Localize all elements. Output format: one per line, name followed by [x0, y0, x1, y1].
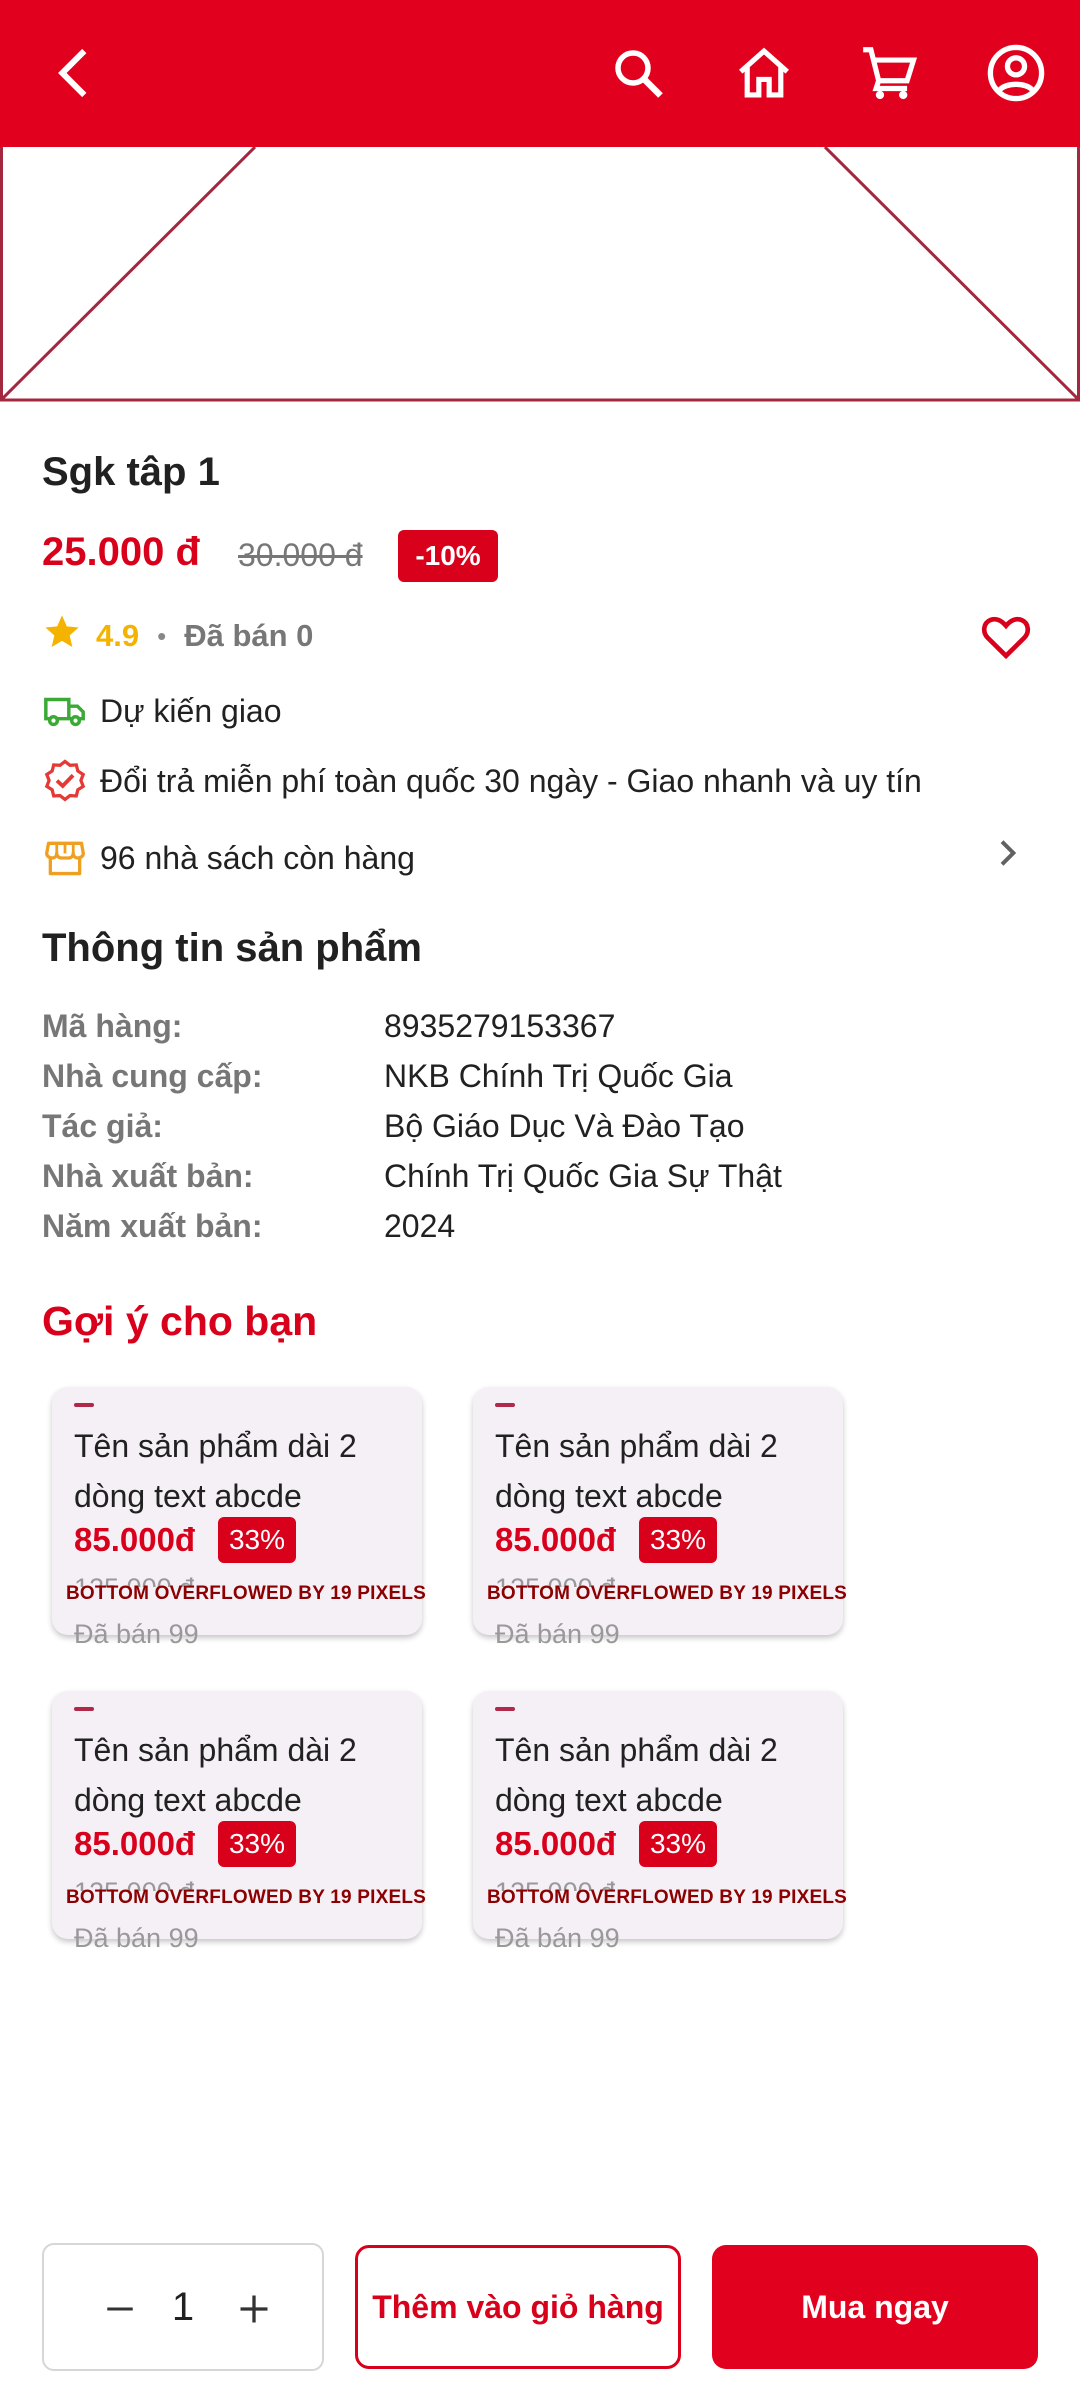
card-product-name: Tên sản phẩm dài 2 dòng text abcde	[495, 1428, 778, 1514]
discount-badge: -10%	[398, 530, 498, 582]
back-arrow-icon[interactable]	[30, 29, 118, 117]
store-availability-row[interactable]: 96 nhà sách còn hàng	[42, 830, 415, 886]
cart-icon[interactable]	[845, 29, 933, 117]
app-bar	[0, 0, 1080, 147]
card-discount-badge: 33%	[639, 1517, 717, 1563]
card-sold-count: Đã bán 99	[74, 1619, 199, 1649]
suggestion-card[interactable]: Tên sản phẩm dài 2 dòng text abcde 85.00…	[473, 1691, 847, 1953]
suggestion-card[interactable]: Tên sản phẩm dài 2 dòng text abcde 85.00…	[52, 1387, 426, 1649]
card-product-name: Tên sản phẩm dài 2 dòng text abcde	[495, 1732, 778, 1818]
spec-label: Mã hàng:	[42, 1008, 183, 1044]
favorite-heart-icon[interactable]	[978, 608, 1034, 669]
card-price: 85.000đ	[74, 1825, 196, 1862]
spec-value: 8935279153367	[384, 1008, 616, 1044]
home-icon[interactable]	[720, 29, 808, 117]
quantity-stepper: 1	[42, 2243, 324, 2371]
spec-value: NKB Chính Trị Quốc Gia	[384, 1058, 733, 1094]
spec-value: Chính Trị Quốc Gia Sự Thật	[384, 1158, 782, 1194]
card-dash	[495, 1707, 515, 1711]
star-icon	[42, 612, 82, 660]
buy-now-button[interactable]: Mua ngay	[712, 2245, 1038, 2369]
sold-count: Đã bán 0	[184, 618, 314, 653]
spec-label: Năm xuất bản:	[42, 1208, 263, 1244]
suggestions-title: Gợi ý cho bạn	[42, 1298, 318, 1344]
spec-value: Bộ Giáo Dục Và Đào Tạo	[384, 1108, 745, 1144]
overflow-warning: BOTTOM OVERFLOWED BY 19 PIXELS	[487, 1583, 848, 1604]
product-old-price: 30.000 đ	[238, 537, 363, 573]
spec-label: Nhà xuất bản:	[42, 1158, 254, 1194]
card-product-name: Tên sản phẩm dài 2 dòng text abcde	[74, 1732, 357, 1818]
card-price: 85.000đ	[74, 1521, 196, 1558]
product-price: 25.000 đ	[42, 530, 200, 574]
rating-row: 4.9 • Đã bán 0	[42, 608, 313, 664]
return-policy-row: Đổi trả miễn phí toàn quốc 30 ngày - Gia…	[42, 753, 922, 809]
card-sold-count: Đã bán 99	[74, 1923, 199, 1953]
card-price: 85.000đ	[495, 1825, 617, 1862]
return-policy-text: Đổi trả miễn phí toàn quốc 30 ngày - Gia…	[100, 762, 922, 799]
product-title: Sgk tâp 1	[42, 450, 220, 494]
suggestion-card[interactable]: Tên sản phẩm dài 2 dòng text abcde 85.00…	[52, 1691, 426, 1953]
truck-icon	[42, 688, 88, 734]
product-info-title: Thông tin sản phẩm	[42, 926, 422, 970]
card-discount-badge: 33%	[218, 1517, 296, 1563]
card-sold-count: Đã bán 99	[495, 1619, 620, 1649]
overflow-warning: BOTTOM OVERFLOWED BY 19 PIXELS	[66, 1887, 427, 1908]
plus-icon[interactable]	[224, 2279, 284, 2339]
search-icon[interactable]	[594, 29, 682, 117]
add-to-cart-button[interactable]: Thêm vào giỏ hàng	[355, 2245, 681, 2369]
account-circle-icon[interactable]	[972, 29, 1060, 117]
card-dash	[495, 1403, 515, 1407]
card-dash	[74, 1403, 94, 1407]
delivery-text: Dự kiến giao	[100, 692, 282, 729]
delivery-row: Dự kiến giao	[42, 683, 282, 739]
overflow-warning: BOTTOM OVERFLOWED BY 19 PIXELS	[487, 1887, 848, 1908]
card-discount-badge: 33%	[218, 1821, 296, 1867]
overflow-warning: BOTTOM OVERFLOWED BY 19 PIXELS	[66, 1583, 427, 1604]
rating-value: 4.9	[96, 618, 140, 653]
suggestion-card[interactable]: Tên sản phẩm dài 2 dòng text abcde 85.00…	[473, 1387, 847, 1649]
card-discount-badge: 33%	[639, 1821, 717, 1867]
spec-label: Nhà cung cấp:	[42, 1058, 263, 1094]
spec-value: 2024	[384, 1208, 456, 1244]
card-product-name: Tên sản phẩm dài 2 dòng text abcde	[74, 1428, 357, 1514]
spec-label: Tác giả:	[42, 1108, 163, 1144]
separator-dot: •	[157, 620, 167, 651]
chevron-right-icon[interactable]	[990, 836, 1024, 875]
card-sold-count: Đã bán 99	[495, 1923, 620, 1953]
verified-badge-icon	[42, 758, 88, 804]
store-availability-text: 96 nhà sách còn hàng	[100, 839, 415, 876]
store-icon	[42, 835, 88, 881]
product-image-placeholder	[0, 143, 1080, 402]
card-price: 85.000đ	[495, 1521, 617, 1558]
card-dash	[74, 1707, 94, 1711]
